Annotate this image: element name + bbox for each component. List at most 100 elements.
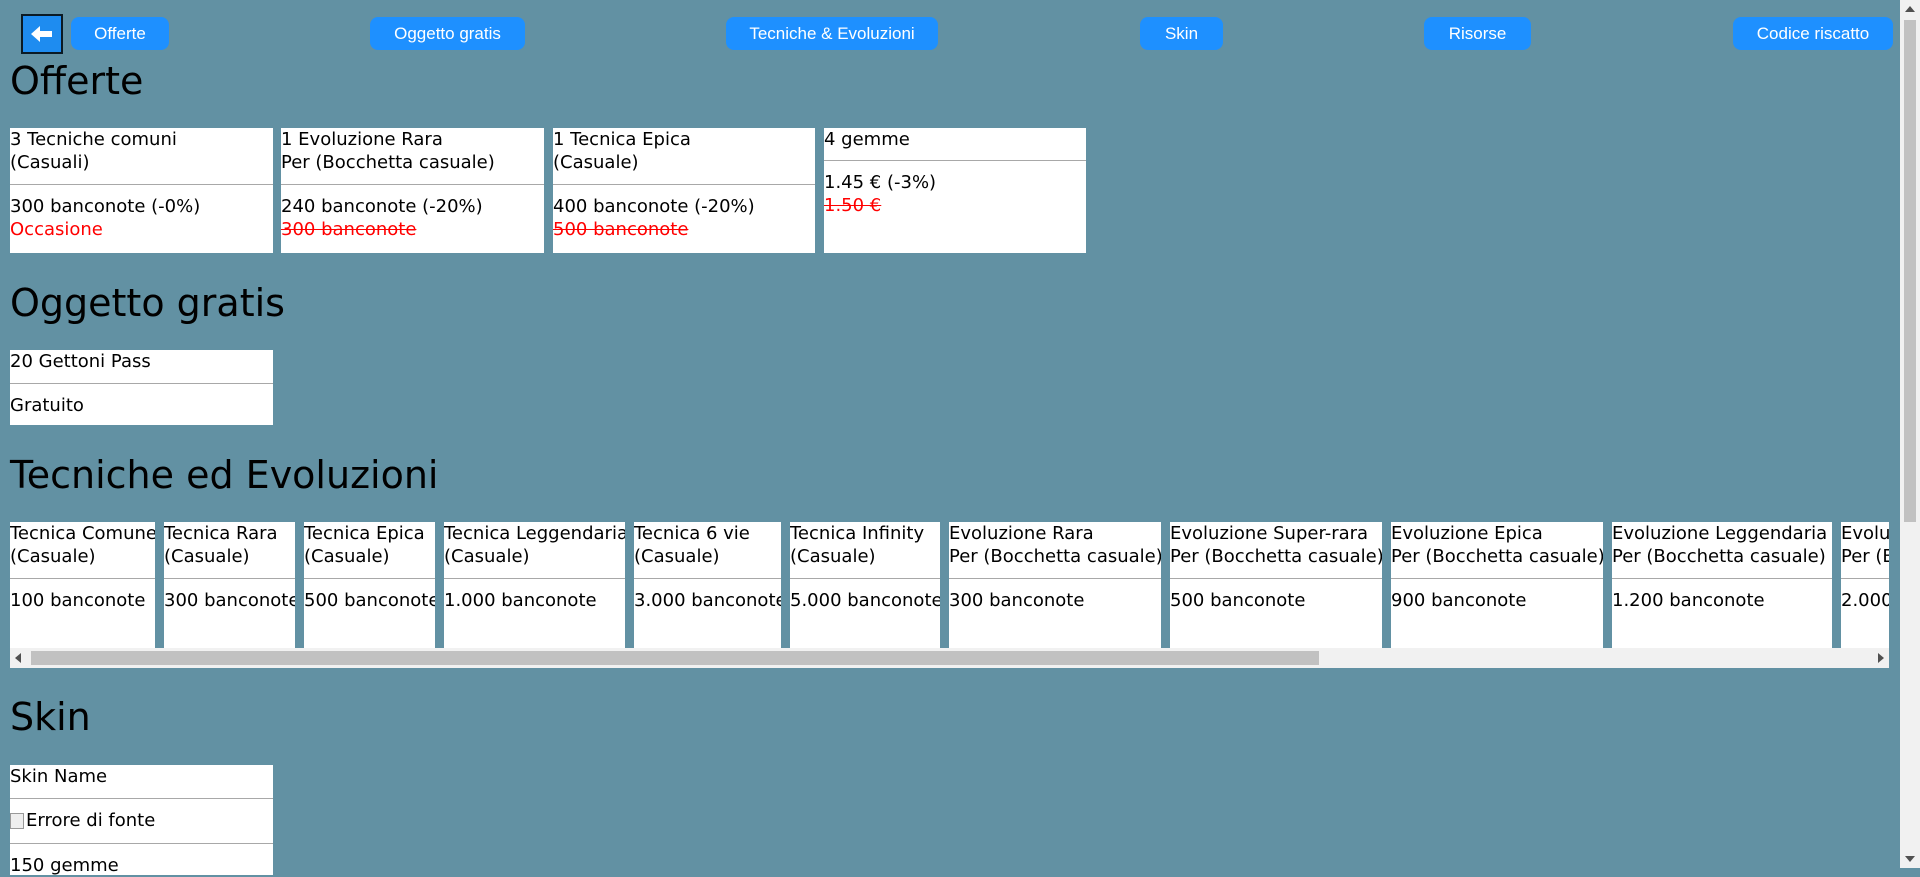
skin-name: Skin Name bbox=[10, 766, 108, 787]
technique-subtitle: (Casuale) bbox=[10, 546, 96, 567]
free-item-card-body: Gratuito bbox=[10, 384, 273, 417]
page-vertical-scrollbar[interactable] bbox=[1900, 0, 1920, 868]
techniques-title: Tecniche ed Evoluzioni bbox=[10, 453, 439, 497]
technique-card-header: Evoluzione Rara Per (Bocchetta casuale) bbox=[949, 522, 1161, 579]
offer-card-header: 1 Tecnica Epica (Casuale) bbox=[553, 128, 815, 185]
technique-card-header: Tecnica 6 vie (Casuale) bbox=[634, 522, 781, 579]
technique-name: Tecnica 6 vie bbox=[634, 523, 750, 544]
technique-price: 300 banconote bbox=[164, 590, 295, 611]
technique-name: Evoluzione Leggendaria bbox=[1612, 523, 1828, 544]
skin-card-header: Skin Name bbox=[10, 765, 273, 799]
free-item-title: Oggetto gratis bbox=[10, 281, 285, 325]
horizontal-scroll-thumb[interactable] bbox=[31, 651, 1319, 665]
techniques-horizontal-scrollbar[interactable] bbox=[10, 648, 1889, 668]
offer-card-header: 4 gemme bbox=[824, 128, 1086, 161]
offer-old-price: 1.50 € bbox=[824, 195, 882, 216]
offer-card-header: 1 Evoluzione Rara Per (Bocchetta casuale… bbox=[281, 128, 544, 185]
skin-card[interactable]: Skin Name Errore di fonte 150 gemme bbox=[10, 765, 273, 876]
scroll-left-arrow-icon[interactable] bbox=[15, 653, 21, 663]
technique-price: 300 banconote bbox=[949, 590, 1085, 611]
technique-subtitle: Per (Bocchetta casuale) bbox=[1170, 546, 1382, 567]
technique-subtitle: Per (Bocchetta casuale) bbox=[949, 546, 1161, 567]
technique-name: Evoluzione Epica bbox=[1391, 523, 1543, 544]
free-item-card[interactable]: 20 Gettoni Pass Gratuito bbox=[10, 350, 273, 425]
offer-card[interactable]: 4 gemme 1.45 € (-3%) 1.50 € bbox=[824, 128, 1086, 253]
technique-card[interactable]: Tecnica Infinity (Casuale) 5.000 bancono… bbox=[790, 522, 940, 648]
technique-price: 5.000 banconote bbox=[790, 590, 940, 611]
technique-price: 3.000 banconote bbox=[634, 590, 781, 611]
technique-subtitle: (Casuale) bbox=[304, 546, 390, 567]
technique-card[interactable]: Tecnica Epica (Casuale) 500 banconote bbox=[304, 522, 435, 648]
technique-price: 500 banconote bbox=[304, 590, 435, 611]
offer-name: 4 gemme bbox=[824, 129, 910, 150]
technique-card-header: Tecnica Infinity (Casuale) bbox=[790, 522, 940, 579]
offer-price: 300 banconote (-0%) bbox=[10, 196, 201, 217]
offer-card-body: 240 banconote (-20%) 300 banconote bbox=[281, 185, 544, 241]
technique-card[interactable]: Tecnica 6 vie (Casuale) 3.000 banconote bbox=[634, 522, 781, 648]
offer-price: 240 banconote (-20%) bbox=[281, 196, 483, 217]
offer-card[interactable]: 1 Tecnica Epica (Casuale) 400 banconote … bbox=[553, 128, 815, 253]
vertical-scroll-thumb[interactable] bbox=[1904, 20, 1916, 522]
technique-price: 1.200 banconote bbox=[1612, 590, 1765, 611]
technique-subtitle: Per (Bocchetta casuale) bbox=[1391, 546, 1603, 567]
technique-card-header: Evoluzione Epica Per (Bocchetta casuale) bbox=[1391, 522, 1603, 579]
offer-note: Occasione bbox=[10, 219, 103, 240]
nav-oggetto-gratis-button[interactable]: Oggetto gratis bbox=[370, 17, 525, 50]
technique-card[interactable]: Evoluzione Super-rara Per (Bocchetta cas… bbox=[1170, 522, 1382, 648]
skin-image-row: Errore di fonte bbox=[10, 799, 273, 844]
technique-name: Tecnica Comune bbox=[10, 523, 155, 544]
nav-codice-riscatto-button[interactable]: Codice riscatto bbox=[1733, 17, 1893, 50]
scroll-right-arrow-icon[interactable] bbox=[1878, 653, 1884, 663]
technique-price: 100 banconote bbox=[10, 590, 146, 611]
offer-card-body: 300 banconote (-0%) Occasione bbox=[10, 185, 273, 241]
nav-tecniche-evoluzioni-button[interactable]: Tecniche & Evoluzioni bbox=[726, 17, 938, 50]
offer-name: 1 Evoluzione Rara bbox=[281, 129, 443, 150]
offer-card-header: 3 Tecniche comuni (Casuali) bbox=[10, 128, 273, 185]
technique-price: 500 banconote bbox=[1170, 590, 1306, 611]
free-item-name: 20 Gettoni Pass bbox=[10, 351, 151, 372]
technique-card[interactable]: Evoluzione Rara Per (Bocchetta casuale) … bbox=[949, 522, 1161, 648]
offer-name: 3 Tecniche comuni bbox=[10, 129, 177, 150]
skin-image-alt: Errore di fonte bbox=[26, 810, 156, 831]
technique-card[interactable]: Tecnica Comune (Casuale) 100 banconote bbox=[10, 522, 155, 648]
broken-image-icon bbox=[10, 812, 24, 829]
techniques-scroll-container[interactable]: Tecnica Comune (Casuale) 100 banconote T… bbox=[10, 522, 1889, 668]
technique-card-header: Tecnica Leggendaria (Casuale) bbox=[444, 522, 625, 579]
offer-card[interactable]: 3 Tecniche comuni (Casuali) 300 banconot… bbox=[10, 128, 273, 253]
offer-price: 400 banconote (-20%) bbox=[553, 196, 755, 217]
skin-price: 150 gemme bbox=[10, 855, 119, 876]
technique-card[interactable]: Evoluzione Leggendaria Per (Bocchetta ca… bbox=[1612, 522, 1832, 648]
technique-subtitle: (Casuale) bbox=[790, 546, 876, 567]
back-button[interactable] bbox=[21, 14, 63, 54]
technique-name: Evoluzione Rara bbox=[949, 523, 1094, 544]
offer-old-price: 300 banconote bbox=[281, 219, 417, 240]
offer-card-body: 400 banconote (-20%) 500 banconote bbox=[553, 185, 815, 241]
nav-skin-button[interactable]: Skin bbox=[1140, 17, 1223, 50]
technique-name: Tecnica Epica bbox=[304, 523, 425, 544]
top-navigation: Offerte Oggetto gratis Tecniche & Evoluz… bbox=[0, 0, 1895, 60]
nav-offerte-button[interactable]: Offerte bbox=[71, 17, 169, 50]
technique-name: Tecnica Rara bbox=[164, 523, 278, 544]
technique-price: 1.000 banconote bbox=[444, 590, 597, 611]
technique-card-header: Evolu Per (B bbox=[1841, 522, 1889, 579]
technique-subtitle: (Casuale) bbox=[164, 546, 250, 567]
offer-card[interactable]: 1 Evoluzione Rara Per (Bocchetta casuale… bbox=[281, 128, 544, 253]
offer-name: 1 Tecnica Epica bbox=[553, 129, 691, 150]
technique-card[interactable]: Tecnica Leggendaria (Casuale) 1.000 banc… bbox=[444, 522, 625, 648]
technique-card[interactable]: Evoluzione Epica Per (Bocchetta casuale)… bbox=[1391, 522, 1603, 648]
offer-subtitle: (Casuale) bbox=[553, 152, 639, 173]
free-item-price: Gratuito bbox=[10, 395, 84, 416]
scroll-down-arrow-icon[interactable] bbox=[1905, 856, 1915, 862]
technique-card[interactable]: Tecnica Rara (Casuale) 300 banconote bbox=[164, 522, 295, 648]
technique-card[interactable]: Evolu Per (B 2.000 bbox=[1841, 522, 1889, 648]
technique-card-header: Tecnica Comune (Casuale) bbox=[10, 522, 155, 579]
technique-price: 900 banconote bbox=[1391, 590, 1527, 611]
technique-name: Evolu bbox=[1841, 523, 1889, 544]
skin-image: Errore di fonte bbox=[10, 809, 155, 832]
nav-risorse-button[interactable]: Risorse bbox=[1424, 17, 1531, 50]
technique-name: Tecnica Leggendaria bbox=[444, 523, 625, 544]
technique-card-header: Tecnica Epica (Casuale) bbox=[304, 522, 435, 579]
scroll-up-arrow-icon[interactable] bbox=[1905, 6, 1915, 12]
technique-card-header: Evoluzione Super-rara Per (Bocchetta cas… bbox=[1170, 522, 1382, 579]
skin-title: Skin bbox=[10, 695, 91, 739]
